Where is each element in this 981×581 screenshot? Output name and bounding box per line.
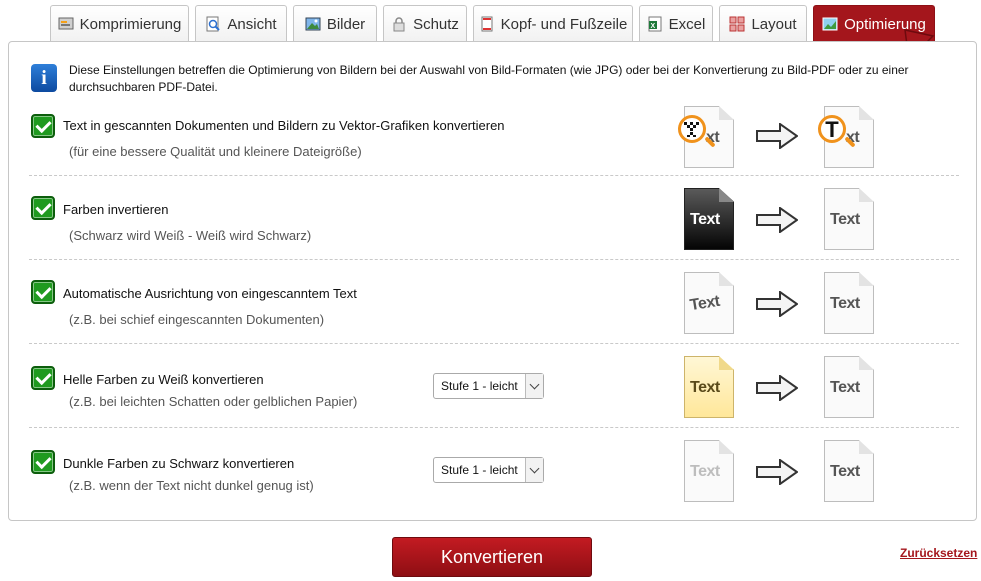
optimize-icon — [822, 16, 838, 32]
auto-align-checkbox[interactable] — [31, 280, 55, 304]
option-description: (für eine bessere Qualität und kleinere … — [69, 144, 362, 159]
option-description: (z.B. bei schief eingescannten Dokumente… — [69, 312, 325, 327]
tab-label: Kopf- und Fußzeile — [500, 15, 628, 33]
arrow-right-icon — [756, 207, 798, 233]
after-document-icon: Text — [824, 188, 874, 250]
option-row-vectorize: Text in gescannten Dokumenten und Bilder… — [29, 104, 959, 176]
arrow-right-icon — [756, 459, 798, 485]
tab-komprimierung[interactable]: Komprimierung — [50, 5, 189, 42]
tab-label: Ansicht — [227, 15, 277, 33]
reset-link[interactable]: Zurücksetzen — [900, 546, 977, 560]
tab-kopf-und-fusszeile[interactable]: Kopf- und Fußzeile — [473, 5, 633, 42]
tab-label: Komprimierung — [79, 15, 182, 33]
option-description: (Schwarz wird Weiß - Weiß wird Schwarz) — [69, 228, 312, 243]
invert-colors-checkbox[interactable] — [31, 196, 55, 220]
option-label: Dunkle Farben zu Schwarz konvertieren — [63, 456, 295, 471]
view-icon — [205, 16, 221, 32]
magnifier-icon: T — [818, 115, 846, 143]
tab-label: Layout — [751, 15, 797, 33]
layout-icon — [729, 16, 745, 32]
optimization-panel: i Diese Einstellungen betreffen die Opti… — [8, 41, 977, 521]
tab-layout[interactable]: Layout — [719, 5, 807, 42]
dark-to-black-checkbox[interactable] — [31, 450, 55, 474]
tab-schutz[interactable]: Schutz — [383, 5, 467, 42]
tab-label: Schutz — [413, 15, 459, 33]
arrow-right-icon — [756, 123, 798, 149]
svg-text:X: X — [650, 23, 655, 30]
tab-label: Bilder — [326, 15, 366, 33]
option-label: Helle Farben zu Weiß konvertieren — [63, 372, 264, 387]
select-value: Stufe 1 - leicht — [441, 463, 518, 477]
info-icon: i — [31, 64, 57, 92]
select-value: Stufe 1 - leicht — [441, 379, 518, 393]
option-row-dark-to-black: Dunkle Farben zu Schwarz konvertieren (z… — [29, 428, 959, 512]
arrow-right-icon — [756, 291, 798, 317]
option-row-auto-align: Automatische Ausrichtung von eingescannt… — [29, 260, 959, 344]
chevron-down-icon — [525, 458, 543, 482]
light-level-select[interactable]: Stufe 1 - leicht — [433, 373, 544, 399]
vectorize-checkbox[interactable] — [31, 114, 55, 138]
tab-bilder[interactable]: Bilder — [293, 5, 377, 42]
lock-icon — [391, 16, 407, 32]
before-document-icon: xt — [678, 106, 734, 168]
tab-ansicht[interactable]: Ansicht — [195, 5, 287, 42]
before-document-icon: Text — [684, 188, 734, 250]
tab-excel[interactable]: X Excel — [639, 5, 713, 42]
option-description: (z.B. wenn der Text nicht dunkel genug i… — [69, 478, 314, 493]
option-row-invert: Farben invertieren (Schwarz wird Weiß - … — [29, 176, 959, 260]
dark-level-select[interactable]: Stufe 1 - leicht — [433, 457, 544, 483]
magnifier-icon — [678, 115, 706, 143]
header-footer-icon — [479, 16, 495, 32]
after-document-icon: Text — [824, 356, 874, 418]
light-to-white-checkbox[interactable] — [31, 366, 55, 390]
excel-icon: X — [647, 16, 663, 32]
convert-button[interactable]: Konvertieren — [392, 537, 592, 577]
after-document-icon: xt T — [818, 106, 874, 168]
option-label: Farben invertieren — [63, 202, 169, 217]
option-label: Text in gescannten Dokumenten und Bilder… — [63, 118, 505, 133]
before-document-icon: Text — [684, 440, 734, 502]
option-label: Automatische Ausrichtung von eingescannt… — [63, 286, 357, 301]
before-document-icon: Text — [684, 272, 734, 334]
tab-label: Excel — [668, 15, 706, 33]
after-document-icon: Text — [824, 272, 874, 334]
chevron-down-icon — [525, 374, 543, 398]
image-icon — [305, 16, 321, 32]
option-description: (z.B. bei leichten Schatten oder gelblic… — [69, 394, 358, 409]
arrow-right-icon — [756, 375, 798, 401]
after-document-icon: Text — [824, 440, 874, 502]
option-row-light-to-white: Helle Farben zu Weiß konvertieren (z.B. … — [29, 344, 959, 428]
before-document-icon: Text — [684, 356, 734, 418]
compress-icon — [58, 16, 74, 32]
info-text: Diese Einstellungen betreffen die Optimi… — [69, 63, 909, 94]
